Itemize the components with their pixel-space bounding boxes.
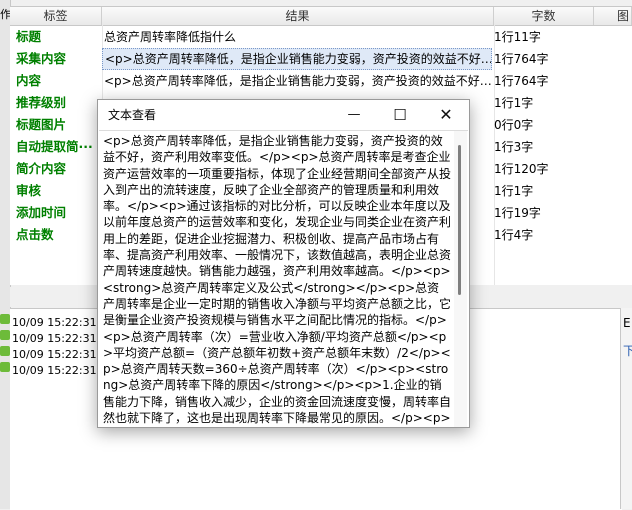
row-result-selected[interactable]: <p>总资产周转率降低，是指企业销售能力变弱，资产投资的效益不好…… <box>102 48 492 70</box>
vertical-scrollbar[interactable] <box>454 131 467 427</box>
row-count: 1行19字 <box>494 206 541 220</box>
column-header-result[interactable]: 结果 <box>102 7 494 25</box>
row-label: 标题图片 <box>16 117 67 132</box>
log-entry: 10/09 15:22:31 <box>12 332 97 345</box>
log-entry: 10/09 15:22:31 <box>12 316 97 329</box>
row-count: 1行3字 <box>494 140 534 154</box>
dialog-title: 文本查看 <box>108 108 157 122</box>
row-count: 1行1字 <box>494 96 534 110</box>
success-icon <box>0 330 10 340</box>
row-label: 标题 <box>16 29 42 44</box>
minimize-button[interactable]: — <box>331 100 377 130</box>
column-header-fragment[interactable]: 图 <box>594 7 632 25</box>
row-label: 推荐级别 <box>16 95 67 110</box>
column-header-label[interactable]: 标签 <box>10 7 102 25</box>
table-row[interactable]: 内容 <p>总资产周转率降低，是指企业销售能力变弱，资产投资的效益不好…… 1行… <box>10 70 632 92</box>
right-panel-text-top: E <box>623 316 631 330</box>
row-count: 1行1字 <box>494 184 534 198</box>
table-row[interactable]: 采集内容 <p>总资产周转率降低，是指企业销售能力变弱，资产投资的效益不好…… … <box>10 48 632 70</box>
success-icon <box>0 362 10 372</box>
column-header-count[interactable]: 字数 <box>494 7 594 25</box>
table-row[interactable]: 标题 总资产周转率降低指什么 1行11字 <box>10 26 632 48</box>
row-count: 1行764字 <box>494 74 549 88</box>
right-panel-text-mid[interactable]: 下 <box>623 342 632 359</box>
row-label: 自动提取简··· <box>16 139 93 154</box>
row-result[interactable]: <p>总资产周转率降低，是指企业销售能力变弱，资产投资的效益不好…… <box>102 70 492 92</box>
log-entry: 10/09 15:22:31 <box>12 364 97 377</box>
text-viewer-dialog: 文本查看 — ☐ ✕ <p>总资产周转率降低，是指企业销售能力变弱，资产投资的效… <box>97 99 470 428</box>
scrollbar-thumb[interactable] <box>458 145 461 295</box>
dialog-titlebar[interactable]: 文本查看 — ☐ ✕ <box>98 100 469 130</box>
success-icon <box>0 346 10 356</box>
text-content-area[interactable]: <p>总资产周转率降低，是指企业销售能力变弱，资产投资的效益不好，资产利用效率变… <box>103 133 451 425</box>
success-icon <box>0 314 10 324</box>
row-label: 内容 <box>16 73 42 88</box>
row-count: 1行4字 <box>494 228 534 242</box>
row-count: 1行120字 <box>494 162 549 176</box>
row-label: 简介内容 <box>16 161 67 176</box>
row-count: 1行11字 <box>494 30 541 44</box>
table-header: 标签 结果 字数 图 <box>10 7 632 26</box>
row-count: 1行764字 <box>494 52 549 66</box>
row-label: 采集内容 <box>16 51 67 66</box>
row-label: 添加时间 <box>16 205 67 220</box>
row-count: 0行0字 <box>494 118 534 132</box>
row-label: 点击数 <box>16 227 54 242</box>
row-label: 审核 <box>16 183 42 198</box>
row-result[interactable]: 总资产周转率降低指什么 <box>102 26 492 48</box>
maximize-button[interactable]: ☐ <box>377 100 423 130</box>
left-edge-fragment: 作 <box>0 8 10 21</box>
close-button[interactable]: ✕ <box>423 100 469 130</box>
log-entry: 10/09 15:22:31 <box>12 348 97 361</box>
dialog-body: <p>总资产周转率降低，是指企业销售能力变弱，资产投资的效益不好，资产利用效率变… <box>99 130 468 427</box>
right-side-panel: E 下 <box>620 308 632 509</box>
log-status-icons <box>0 312 10 372</box>
